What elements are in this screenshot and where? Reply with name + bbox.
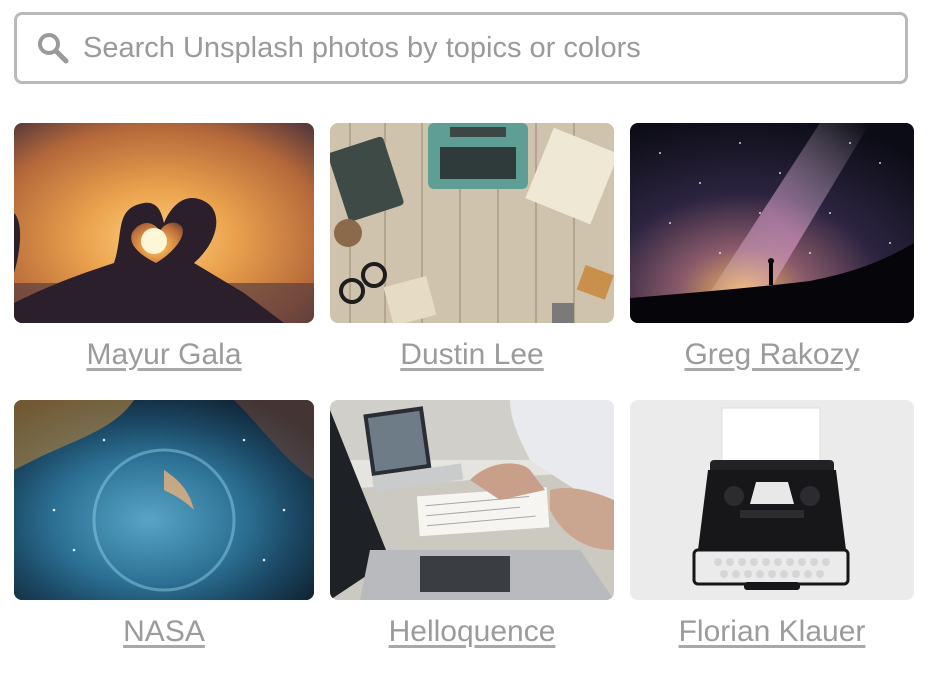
author-link[interactable]: Greg Rakozy [630, 338, 914, 372]
photo-typewriter-on-wood-desk[interactable] [330, 123, 614, 323]
search-icon [35, 30, 71, 66]
search-input[interactable] [83, 31, 863, 65]
search-box[interactable] [14, 12, 908, 84]
photo-milky-way-silhouette[interactable] [630, 123, 914, 323]
author-link[interactable]: Helloquence [330, 615, 614, 649]
author-link[interactable]: NASA [14, 615, 314, 649]
photo-vintage-typewriter[interactable] [630, 400, 914, 600]
photo-heart-hands-sunset[interactable] [14, 123, 314, 323]
author-link[interactable]: Mayur Gala [14, 338, 314, 372]
author-link[interactable]: Dustin Lee [330, 338, 614, 372]
unsplash-picker: Mayur Gala [0, 0, 930, 680]
photo-laptops-and-notes[interactable] [330, 400, 614, 600]
photo-bubble-nebula[interactable] [14, 400, 314, 600]
author-link[interactable]: Florian Klauer [630, 615, 914, 649]
